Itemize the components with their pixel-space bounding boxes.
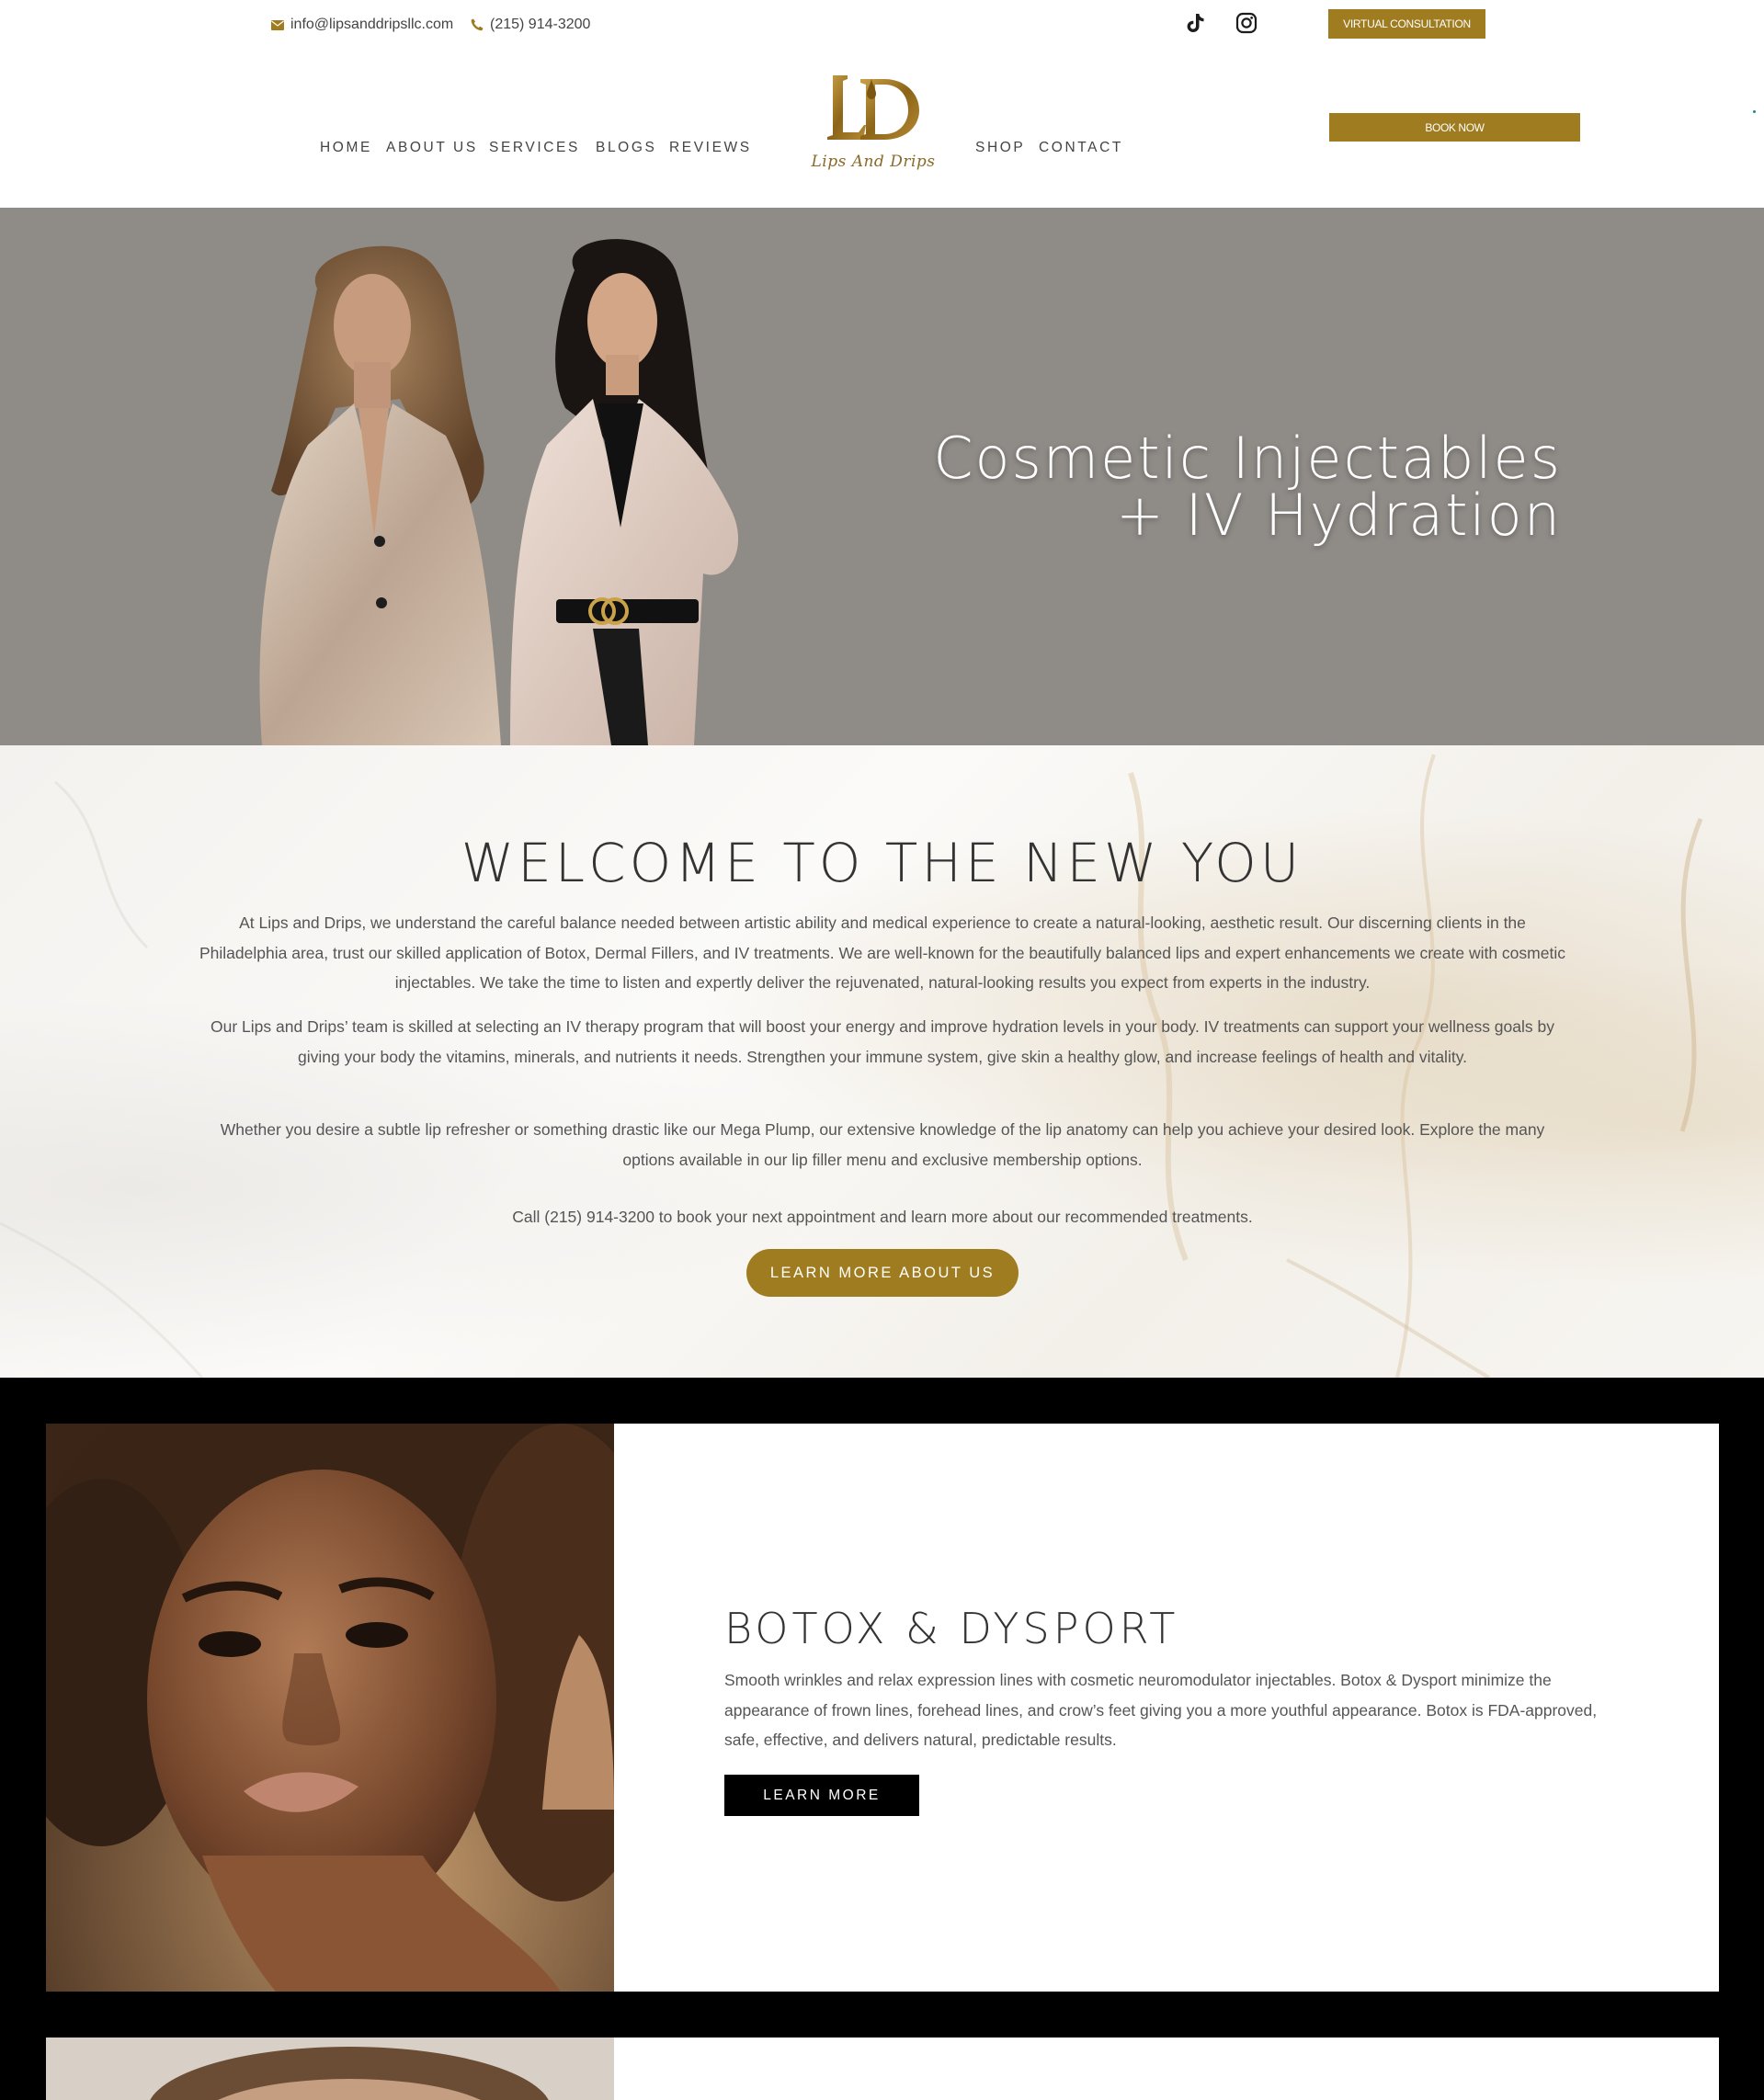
nav-home[interactable]: HOME [320,140,372,156]
next-service-card [614,2038,1719,2100]
welcome-paragraph: Whether you desire a subtle lip refreshe… [220,1120,1545,1169]
book-now-button[interactable]: BOOK NOW [1329,113,1580,142]
welcome-paragraph: Our Lips and Drips’ team is skilled at s… [211,1017,1554,1066]
welcome-paragraph: At Lips and Drips, we understand the car… [199,914,1565,992]
envelope-icon [271,19,284,30]
botox-service-card: BOTOX & DYSPORT Smooth wrinkles and rela… [614,1424,1719,1992]
email-link[interactable]: info@lipsanddripsllc.com [271,17,453,33]
virtual-consultation-button[interactable]: VIRTUAL CONSULTATION [1328,9,1485,39]
nav-reviews[interactable]: REVIEWS [669,140,752,156]
hero-banner: Cosmetic Injectables + IV Hydration [0,208,1764,745]
service-title: BOTOX & DYSPORT [724,1604,1179,1653]
logo-monogram [827,75,919,140]
email-text: info@lipsanddripsllc.com [290,17,454,32]
welcome-title: WELCOME TO THE NEW YOU [461,832,1303,894]
botox-service-photo [46,1424,614,1992]
nav-contact[interactable]: CONTACT [1039,140,1123,156]
phone-icon [471,18,484,31]
hero-models-photo [259,239,739,745]
welcome-call-to-book: Call (215) 914-3200 to book your next ap… [512,1208,1253,1226]
logo-script-text: Lips And Drips [811,153,936,171]
welcome-section: WELCOME TO THE NEW YOU At Lips and Drips… [0,745,1764,1378]
model-portrait-image [46,1424,614,1992]
service-description: Smooth wrinkles and relax expression lin… [724,1671,1598,1749]
nav-shop[interactable]: SHOP [975,140,1025,156]
phone-link[interactable]: (215) 914-3200 [471,17,590,33]
hero-title: Cosmetic Injectables + IV Hydration [933,430,1562,544]
nav-blogs[interactable]: BLOGS [596,140,656,156]
hero-title-line-1: Cosmetic Injectables [933,425,1562,492]
hero-title-line-2: + IV Hydration [1116,482,1562,549]
nav-about-us[interactable]: ABOUT US [386,140,478,156]
instagram-icon[interactable] [1235,11,1258,35]
top-bar: info@lipsanddripsllc.com (215) 914-3200 … [0,0,1764,51]
tiktok-icon[interactable] [1183,11,1207,35]
nav-services[interactable]: SERVICES [489,140,580,156]
decorative-dot [1753,110,1756,113]
learn-more-button[interactable]: LEARN MORE [724,1775,919,1816]
next-service-photo [46,2038,614,2100]
model-portrait-image [46,2038,614,2100]
site-logo[interactable]: Lips And Drips [800,70,947,182]
phone-text: (215) 914-3200 [490,17,591,32]
learn-more-about-us-button[interactable]: LEARN MORE ABOUT US [746,1249,1019,1297]
